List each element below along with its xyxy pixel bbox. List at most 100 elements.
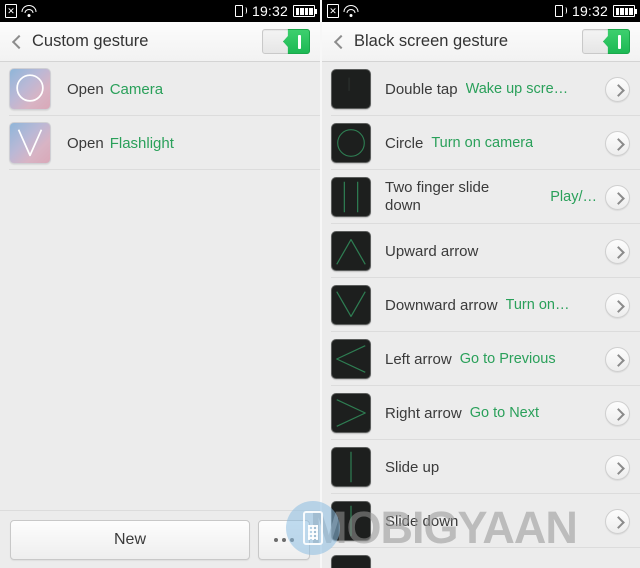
chevron-right-icon[interactable] xyxy=(605,400,630,426)
list-item-target: Camera xyxy=(109,80,164,98)
gesture-thumbnail-right-arrow-icon xyxy=(331,393,371,433)
left-empty-area xyxy=(0,170,320,510)
bottom-action-bar: New xyxy=(0,510,320,568)
toggle-knob xyxy=(603,29,630,54)
gesture-thumbnail-v-shape-icon xyxy=(9,122,51,164)
list-item-text: Left arrow Go to Previous xyxy=(385,351,605,368)
chevron-right-icon[interactable] xyxy=(605,454,630,480)
gesture-thumbnail-downward-arrow-icon xyxy=(331,285,371,325)
title-bar-left: Custom gesture xyxy=(0,22,320,62)
battery-icon xyxy=(293,5,317,17)
list-item-label: Open Flashlight xyxy=(67,135,174,152)
gesture-value: Wake up scre… xyxy=(465,81,569,97)
list-item-action: Open xyxy=(67,80,104,98)
chevron-right-icon[interactable] xyxy=(605,76,630,102)
vibrate-icon xyxy=(553,4,567,18)
back-chevron-icon[interactable] xyxy=(8,33,26,51)
gesture-thumbnail-two-finger-down-icon xyxy=(331,177,371,217)
wifi-icon xyxy=(343,4,358,18)
list-item-text: Right arrow Go to Next xyxy=(385,405,605,422)
list-item[interactable]: Downward arrow Turn on… xyxy=(322,278,640,332)
list-item-text: Upward arrow xyxy=(385,243,605,260)
more-options-button[interactable] xyxy=(258,519,310,560)
gesture-thumbnail-slide-down-icon xyxy=(331,501,371,541)
list-item[interactable] xyxy=(322,548,640,568)
page-title-right: Black screen gesture xyxy=(354,32,509,50)
list-item[interactable]: Upward arrow xyxy=(322,224,640,278)
more-dot-icon xyxy=(282,537,286,542)
black-screen-gesture-list: Double tap Wake up scre… Circle Turn on … xyxy=(322,62,640,568)
status-bar-right: ✕ 19:32 xyxy=(322,0,640,22)
back-chevron-icon[interactable] xyxy=(330,33,348,51)
list-item-action: Open xyxy=(67,134,104,152)
gesture-thumbnail-circle-icon xyxy=(9,68,51,110)
gesture-thumbnail-left-arrow-icon xyxy=(331,339,371,379)
gesture-name: Circle xyxy=(385,134,424,152)
chevron-right-icon[interactable] xyxy=(605,346,630,372)
gesture-name: Left arrow xyxy=(385,350,452,368)
black-screen-gesture-toggle[interactable] xyxy=(582,29,630,54)
list-item-text: Slide down xyxy=(385,513,605,530)
wifi-icon xyxy=(21,4,36,18)
gesture-thumbnail-circle-icon xyxy=(331,123,371,163)
new-button[interactable]: New xyxy=(10,519,250,560)
gesture-thumbnail-partial-icon xyxy=(331,555,371,568)
page-title-left: Custom gesture xyxy=(32,32,149,50)
left-screen: ✕ 19:32 Custom gesture Open Camera Open … xyxy=(0,0,320,568)
toggle-knob xyxy=(283,29,310,54)
title-bar-right: Black screen gesture xyxy=(322,22,640,62)
gesture-name: Slide up xyxy=(385,458,440,476)
status-bar-right-icons: 19:32 xyxy=(553,3,637,19)
list-item-label: Open Camera xyxy=(67,81,163,98)
gesture-value: Turn on camera xyxy=(431,135,534,151)
more-dot-icon xyxy=(274,537,278,542)
gesture-name: Downward arrow xyxy=(385,296,498,314)
list-item[interactable]: Slide up xyxy=(322,440,640,494)
vibrate-icon xyxy=(233,4,247,18)
chevron-right-icon[interactable] xyxy=(605,130,630,156)
list-item-target: Flashlight xyxy=(109,134,174,152)
chevron-right-icon[interactable] xyxy=(605,292,630,318)
custom-gesture-toggle[interactable] xyxy=(262,29,310,54)
dual-screenshot-container: ✕ 19:32 Custom gesture Open Camera Open … xyxy=(0,0,640,568)
list-item[interactable]: Open Camera xyxy=(0,62,320,116)
more-dot-icon xyxy=(290,537,294,542)
list-item[interactable]: Double tap Wake up scre… xyxy=(322,62,640,116)
list-item-text: Double tap Wake up scre… xyxy=(385,81,605,98)
gesture-name: Slide down xyxy=(385,512,459,530)
sim-no-signal-icon: ✕ xyxy=(5,4,17,18)
chevron-right-icon[interactable] xyxy=(605,508,630,534)
list-item-text: Downward arrow Turn on… xyxy=(385,297,605,314)
gesture-value: Play/… xyxy=(550,189,597,205)
gesture-value: Turn on… xyxy=(505,297,570,313)
gesture-thumbnail-double-tap-icon xyxy=(331,69,371,109)
status-bar-clock: 19:32 xyxy=(571,3,608,19)
chevron-right-icon[interactable] xyxy=(605,238,630,264)
status-bar-clock: 19:32 xyxy=(251,3,288,19)
status-bar-left-icons: ✕ xyxy=(5,4,36,18)
list-item[interactable]: Open Flashlight xyxy=(0,116,320,170)
list-item[interactable]: Circle Turn on camera xyxy=(322,116,640,170)
gesture-value: Go to Previous xyxy=(459,351,556,367)
right-screen: ✕ 19:32 Black screen gesture Double tap xyxy=(320,0,640,568)
sim-no-signal-icon: ✕ xyxy=(327,4,339,18)
gesture-thumbnail-upward-arrow-icon xyxy=(331,231,371,271)
status-bar-left: ✕ 19:32 xyxy=(0,0,320,22)
list-item[interactable]: Slide down xyxy=(322,494,640,548)
list-item[interactable]: Two finger slide down Play/… xyxy=(322,170,640,224)
list-item-text: Two finger slide down Play/… xyxy=(385,179,597,215)
gesture-name: Double tap xyxy=(385,80,458,98)
gesture-thumbnail-slide-up-icon xyxy=(331,447,371,487)
battery-icon xyxy=(613,5,637,17)
list-item-text: Circle Turn on camera xyxy=(385,135,605,152)
custom-gesture-list: Open Camera Open Flashlight xyxy=(0,62,320,170)
list-item[interactable]: Right arrow Go to Next xyxy=(322,386,640,440)
gesture-value: Go to Next xyxy=(469,405,540,421)
status-bar-left-icons: ✕ xyxy=(327,4,358,18)
list-item[interactable]: Left arrow Go to Previous xyxy=(322,332,640,386)
gesture-name: Two finger slide down xyxy=(385,179,490,214)
chevron-right-icon[interactable] xyxy=(605,184,630,210)
gesture-name: Right arrow xyxy=(385,404,462,422)
list-item-text: Slide up xyxy=(385,459,605,476)
gesture-name: Upward arrow xyxy=(385,242,479,260)
